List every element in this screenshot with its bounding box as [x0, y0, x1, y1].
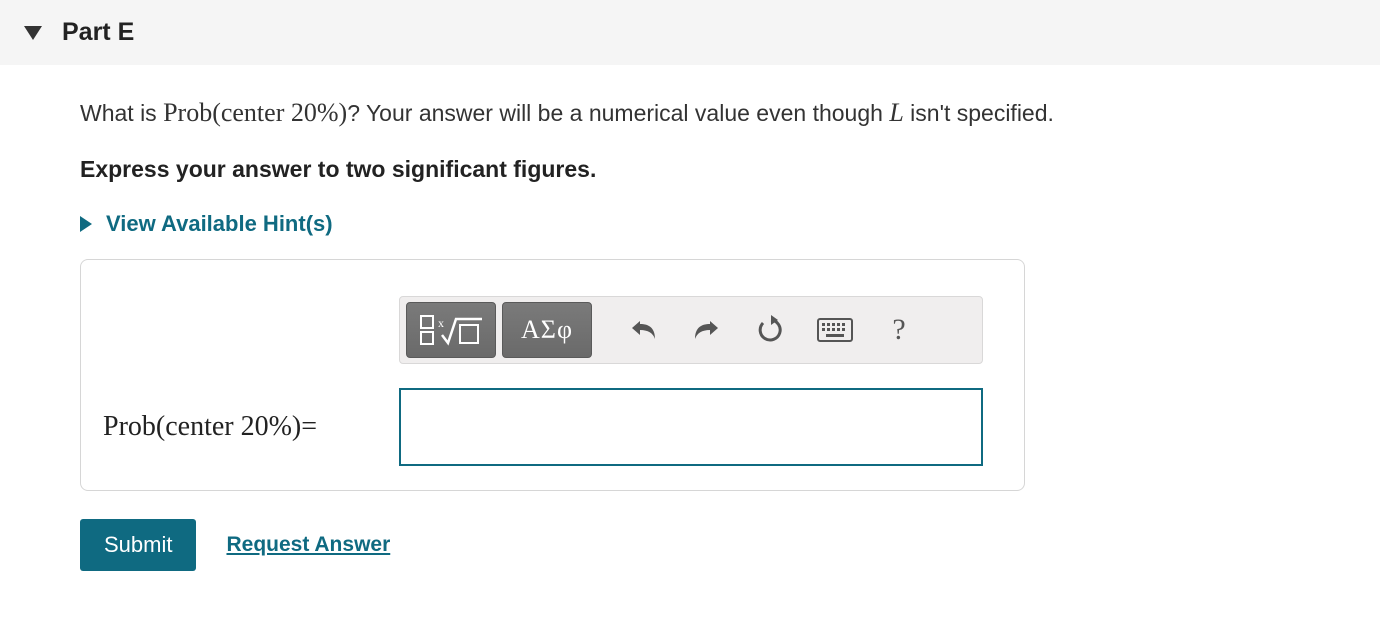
equals-sign: = [301, 411, 317, 443]
request-answer-link[interactable]: Request Answer [226, 533, 390, 557]
svg-text:x: x [438, 316, 444, 330]
question-prompt: What is Prob(center 20%)? Your answer wi… [80, 93, 1380, 132]
help-button[interactable]: ? [870, 302, 928, 358]
view-hints-toggle[interactable]: View Available Hint(s) [80, 211, 1380, 237]
redo-button[interactable] [678, 302, 736, 358]
undo-icon [628, 317, 658, 343]
part-header: Part E [0, 0, 1380, 65]
symbols-label: ΑΣφ [521, 315, 573, 345]
part-title: Part E [62, 18, 134, 47]
reset-icon [756, 315, 786, 345]
keyboard-icon [817, 318, 853, 342]
prompt-var: L [889, 98, 903, 127]
view-hints-label: View Available Hint(s) [106, 211, 333, 237]
symbols-button[interactable]: ΑΣφ [502, 302, 592, 358]
instruction-text: Express your answer to two significant f… [80, 156, 1380, 183]
help-icon: ? [892, 313, 905, 347]
part-content: What is Prob(center 20%)? Your answer wi… [0, 65, 1380, 601]
prompt-tail: isn't specified. [904, 100, 1054, 126]
undo-button[interactable] [614, 302, 672, 358]
answer-label-text: Prob(center 20%) [103, 411, 301, 443]
templates-icon: x [420, 313, 482, 347]
answer-label: Prob(center 20%) = [103, 388, 399, 466]
keyboard-button[interactable] [806, 302, 864, 358]
equation-toolbar: x ΑΣφ [399, 296, 983, 364]
prompt-expr: Prob(center 20%) [163, 98, 347, 127]
redo-icon [692, 317, 722, 343]
answer-box: x ΑΣφ [80, 259, 1025, 491]
answer-input[interactable] [399, 388, 983, 466]
prompt-lead: What is [80, 100, 163, 126]
collapse-icon[interactable] [24, 26, 42, 40]
submit-button[interactable]: Submit [80, 519, 196, 571]
templates-button[interactable]: x [406, 302, 496, 358]
reset-button[interactable] [742, 302, 800, 358]
expand-icon [80, 216, 92, 232]
prompt-mid: ? Your answer will be a numerical value … [347, 100, 889, 126]
footer-actions: Submit Request Answer [80, 519, 1380, 571]
